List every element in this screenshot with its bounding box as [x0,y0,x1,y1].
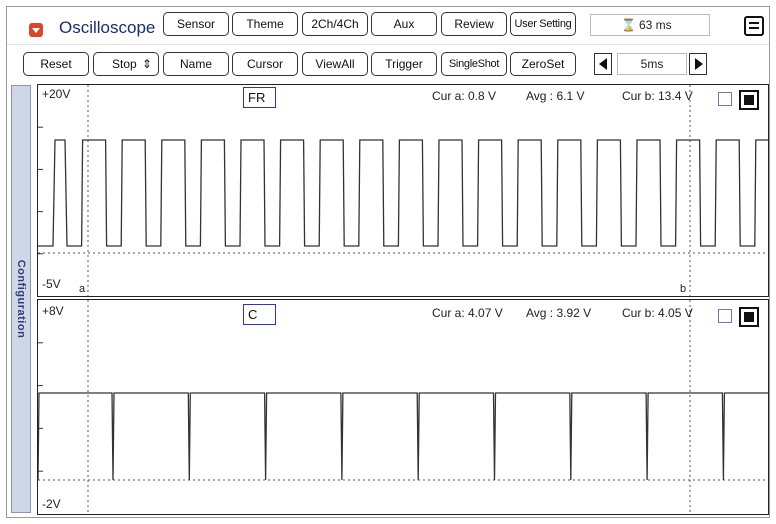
review-button[interactable]: Review [441,12,507,36]
top-toolbar: Oscilloscope Sensor Theme 2Ch/4Ch Aux Re… [7,7,769,43]
c-waveform-trace [38,392,768,481]
trigger-button[interactable]: Trigger [371,52,437,76]
name-button[interactable]: Name [163,52,229,76]
singleshot-button[interactable]: SingleShot [441,52,507,76]
stop-label: Stop [112,57,137,71]
sensor-button[interactable]: Sensor [163,12,229,36]
toolbar-divider [7,44,769,45]
reset-button[interactable]: Reset [23,52,89,76]
fr-waveform-trace [38,139,768,247]
timebase-increase-button[interactable] [689,53,707,75]
c-scale-top: +8V [42,304,64,318]
theme-button[interactable]: Theme [232,12,298,36]
spinner-icon: ⇕ [141,57,152,71]
c-cursor-b-value: Cur b: 4.05 V [622,306,693,320]
c-stop-icon[interactable] [739,307,759,327]
timer-value: 63 ms [639,18,672,32]
configuration-tab[interactable]: Configuration [11,85,31,513]
stop-button[interactable]: Stop ⇕ [93,52,159,76]
oscilloscope-window: Oscilloscope Sensor Theme 2Ch/4Ch Aux Re… [6,6,770,518]
fr-scale-bottom: -5V [42,277,61,291]
timebase-value: 5ms [617,53,687,75]
fr-stop-icon[interactable] [739,90,759,110]
fr-average-value: Avg : 6.1 V [526,89,585,103]
zeroset-button[interactable]: ZeroSet [510,52,576,76]
c-scale-bottom: -2V [42,497,61,511]
viewall-button[interactable]: ViewAll [302,52,368,76]
channel-mode-button[interactable]: 2Ch/4Ch [302,12,368,36]
channel-name-c[interactable]: C [243,304,276,325]
app-title: Oscilloscope [59,18,156,37]
c-visibility-checkbox[interactable] [718,309,732,323]
hourglass-icon: ⌛ [621,18,636,32]
c-average-value: Avg : 3.92 V [526,306,592,320]
cursor-a-label: a [79,283,86,295]
dropdown-icon[interactable] [29,23,43,37]
fr-cursor-a-value: Cur a: 0.8 V [432,89,497,103]
c-waveform-plot [38,300,768,514]
c-cursor-a-value: Cur a: 4.07 V [432,306,503,320]
left-arrow-icon [599,58,607,70]
timebase-decrease-button[interactable] [594,53,612,75]
configuration-label: Configuration [15,259,27,339]
channel-name-fr[interactable]: FR [243,87,276,108]
user-setting-button[interactable]: User Setting [510,12,576,36]
channel-panel-fr[interactable]: +20V -5V a b FR Cur a: 0.8 V Avg : 6.1 V… [37,84,769,297]
fr-scale-top: +20V [42,87,71,101]
menu-icon[interactable] [744,16,764,36]
right-arrow-icon [695,58,703,70]
fr-waveform-plot [38,85,768,296]
fr-cursor-b-value: Cur b: 13.4 V [622,89,693,103]
cursor-button[interactable]: Cursor [232,52,298,76]
fr-visibility-checkbox[interactable] [718,92,732,106]
aux-button[interactable]: Aux [371,12,437,36]
cursor-b-label: b [680,283,687,295]
channel-panel-c[interactable]: +8V -2V C Cur a: 4.07 V Avg : 3.92 V Cur… [37,299,769,515]
cycle-timer: ⌛ 63 ms [590,14,710,36]
